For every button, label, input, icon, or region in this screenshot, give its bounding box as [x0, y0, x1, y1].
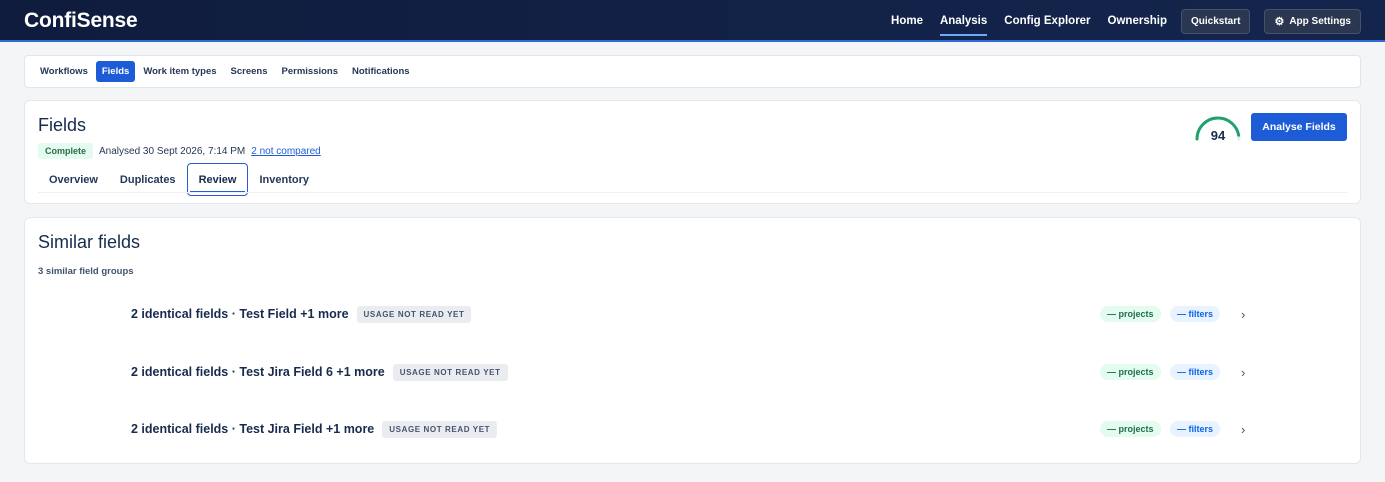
filters-pill: — filters — [1170, 364, 1221, 380]
nav-ownership[interactable]: Ownership — [1108, 0, 1167, 42]
projects-pill: — projects — [1100, 421, 1161, 437]
gear-icon: ⚙ — [1274, 15, 1285, 28]
fields-header-card: Fields Complete Analysed 30 Sept 2026, 7… — [24, 100, 1361, 204]
chevron-right-icon[interactable]: › — [1241, 422, 1245, 437]
page-title: Fields — [38, 115, 87, 135]
health-score-value: 94 — [1210, 128, 1226, 143]
health-score-gauge: 94 — [1193, 113, 1243, 153]
projects-pill: — projects — [1100, 306, 1161, 322]
chevron-right-icon[interactable]: › — [1241, 365, 1245, 380]
similar-group-row[interactable]: 2 identical fields · Test Jira Field +1 … — [25, 414, 1360, 444]
top-navigation-bar: ConfiSense Home Analysis Config Explorer… — [0, 0, 1385, 42]
similar-fields-card: Similar fields 3 similar field groups 2 … — [24, 217, 1361, 464]
analysed-timestamp: Analysed 30 Sept 2026, 7:14 PM — [99, 145, 246, 157]
subnav-fields[interactable]: Fields — [95, 61, 136, 82]
nav-config-explorer[interactable]: Config Explorer — [1004, 0, 1090, 42]
similar-group-row[interactable]: 2 identical fields · Test Field +1 more U… — [25, 299, 1360, 329]
subnav-work-item-types[interactable]: Work item types — [137, 61, 222, 82]
not-compared-link[interactable]: 2 not compared — [251, 146, 321, 157]
app-logo[interactable]: ConfiSense — [24, 9, 138, 33]
subnav-workflows[interactable]: Workflows — [34, 61, 94, 82]
projects-pill: — projects — [1100, 364, 1161, 380]
main-nav: Home Analysis Config Explorer Ownership … — [874, 0, 1361, 42]
nav-home[interactable]: Home — [891, 0, 923, 42]
app-settings-button[interactable]: ⚙ App Settings — [1264, 8, 1361, 34]
usage-badge: USAGE NOT READ YET — [382, 420, 498, 438]
filters-pill: — filters — [1170, 306, 1221, 322]
quickstart-button[interactable]: Quickstart — [1180, 8, 1251, 34]
usage-badge: USAGE NOT READ YET — [356, 305, 472, 323]
subnav-notifications[interactable]: Notifications — [346, 61, 416, 82]
tab-divider — [38, 192, 1347, 193]
usage-badge: USAGE NOT READ YET — [392, 363, 508, 381]
status-badge: Complete — [38, 143, 94, 159]
group-title: 2 identical fields · Test Field +1 more U… — [131, 305, 472, 323]
subnav-screens[interactable]: Screens — [225, 61, 274, 82]
nav-analysis[interactable]: Analysis — [939, 0, 988, 42]
app-settings-label: App Settings — [1289, 15, 1351, 27]
filters-pill: — filters — [1170, 421, 1221, 437]
analysis-subnav: Workflows Fields Work item types Screens… — [24, 55, 1361, 88]
group-title-text: 2 identical fields · Test Jira Field +1 … — [131, 421, 375, 436]
similar-group-row[interactable]: 2 identical fields · Test Jira Field 6 +… — [25, 357, 1360, 387]
chevron-right-icon[interactable]: › — [1241, 307, 1245, 322]
section-title: Similar fields — [38, 232, 141, 252]
group-title: 2 identical fields · Test Jira Field 6 +… — [131, 363, 508, 381]
analysis-status-row: Complete Analysed 30 Sept 2026, 7:14 PM … — [38, 143, 321, 159]
group-title: 2 identical fields · Test Jira Field +1 … — [131, 420, 498, 438]
subnav-permissions[interactable]: Permissions — [276, 61, 345, 82]
group-title-text: 2 identical fields · Test Jira Field 6 +… — [131, 364, 385, 379]
analyse-fields-button[interactable]: Analyse Fields — [1251, 113, 1347, 141]
quickstart-label: Quickstart — [1190, 15, 1241, 27]
group-count: 3 similar field groups — [38, 266, 134, 277]
group-title-text: 2 identical fields · Test Field +1 more — [131, 306, 349, 321]
